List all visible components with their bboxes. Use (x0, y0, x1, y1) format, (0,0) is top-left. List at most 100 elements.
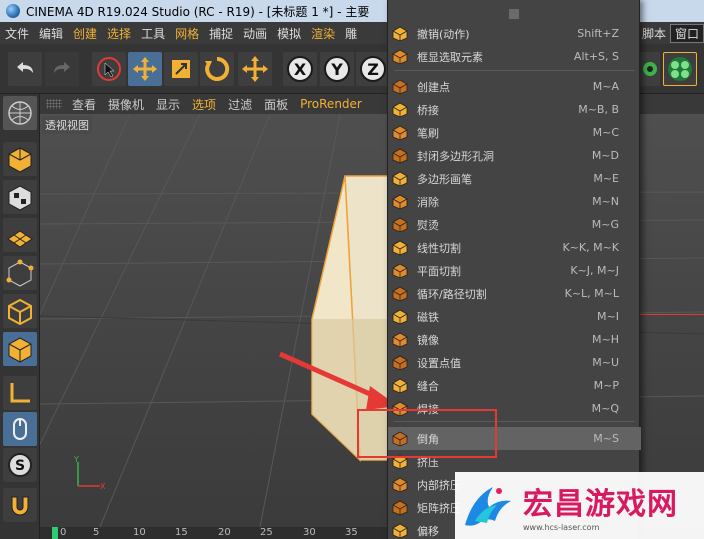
cinema4d-logo-icon (6, 4, 20, 18)
menu-item-iron[interactable]: 熨烫 M~G (388, 213, 641, 236)
viewport-menu-view[interactable]: 查看 (66, 96, 102, 113)
gear-icon (643, 62, 657, 76)
menu-create[interactable]: 创建 (68, 25, 102, 42)
timeline-tick: 15 (175, 527, 188, 538)
undo-button[interactable] (8, 52, 42, 86)
menu-snap[interactable]: 捕捉 (204, 25, 238, 42)
menu-item-polygon-pen[interactable]: 多边形画笔 M~E (388, 167, 641, 190)
menu-item-label: 笔刷 (417, 126, 439, 140)
menu-item-create-point[interactable]: 创建点 M~A (388, 75, 641, 98)
points-mode-button[interactable] (3, 256, 37, 290)
y-axis-lock-button[interactable]: Y (320, 52, 354, 86)
viewport-menu-prorender[interactable]: ProRender (294, 97, 368, 111)
model-mode-button[interactable] (3, 142, 37, 176)
watermark-banner: 宏昌游戏网 www.hcs-laser.com (455, 472, 704, 539)
menu-item-line-cut[interactable]: 线性切割 K~K, M~K (388, 236, 641, 259)
redo-button[interactable] (45, 52, 79, 86)
timeline-tick: 35 (345, 527, 358, 538)
frame-selection-icon (391, 48, 409, 66)
texture-mode-button[interactable] (3, 180, 37, 214)
live-selection-button[interactable] (92, 52, 126, 86)
window-title: CINEMA 4D R19.024 Studio (RC - R19) - [未… (26, 4, 370, 19)
grid-plane-icon (7, 230, 33, 248)
menu-item-loop-cut[interactable]: 循环/路径切割 K~L, M~L (388, 282, 641, 305)
menu-mesh[interactable]: 网格 (170, 25, 204, 42)
svg-text:S: S (15, 458, 25, 474)
menu-item-label: 设置点值 (417, 356, 461, 370)
menu-item-bridge[interactable]: 桥接 M~B, B (388, 98, 641, 121)
snap-button[interactable]: S (3, 448, 37, 482)
menu-item-shortcut: M~P (593, 379, 619, 392)
timeline-tick: 0 (60, 527, 67, 538)
undo-icon (391, 25, 409, 43)
make-editable-button[interactable] (3, 96, 37, 130)
menu-item-shortcut: M~G (591, 218, 619, 231)
menu-item-label: 多边形画笔 (417, 172, 472, 186)
menu-render[interactable]: 渲染 (306, 25, 340, 42)
menu-window[interactable]: 窗口 (669, 23, 704, 43)
cloner-button[interactable] (663, 52, 697, 86)
timeline-tick: 10 (133, 527, 146, 538)
menu-item-undo[interactable]: 撤销(动作) Shift+Z (388, 22, 641, 45)
menu-item-label: 消除 (417, 195, 439, 209)
magnet-icon (11, 496, 29, 516)
menu-item-brush[interactable]: 笔刷 M~C (388, 121, 641, 144)
edges-mode-button[interactable] (3, 294, 37, 328)
menu-item-shortcut: M~S (593, 432, 619, 445)
menu-item-plane-cut[interactable]: 平面切割 K~J, M~J (388, 259, 641, 282)
watermark-title: 宏昌游戏网 (523, 487, 678, 522)
menu-item-shortcut: M~D (591, 149, 619, 162)
menu-script[interactable]: 脚本 (638, 25, 670, 42)
y-axis-icon: Y (324, 56, 350, 82)
viewport-grip-icon[interactable] (46, 99, 62, 109)
edges-cube-icon (8, 298, 32, 325)
rotate-icon (205, 56, 230, 81)
snap-s-icon: S (8, 453, 32, 477)
timeline-playhead[interactable] (52, 527, 58, 539)
scale-tool-button[interactable] (164, 52, 198, 86)
menu-item-dissolve[interactable]: 消除 M~N (388, 190, 641, 213)
menu-item-mirror[interactable]: 镜像 M~H (388, 328, 641, 351)
mouse-icon (13, 418, 27, 440)
viewport-menu-panel[interactable]: 面板 (258, 96, 294, 113)
move-tool-button[interactable] (128, 52, 162, 86)
menu-item-close-hole[interactable]: 封闭多边形孔洞 M~D (388, 144, 641, 167)
menu-item-set-point-value[interactable]: 设置点值 M~U (388, 351, 641, 374)
viewport-menu-options[interactable]: 选项 (186, 96, 222, 113)
redo-icon (54, 62, 70, 73)
menu-item-frame-selection[interactable]: 框显选取元素 Alt+S, S (388, 45, 641, 68)
menu-animate[interactable]: 动画 (238, 25, 272, 42)
loop-cut-icon (391, 285, 409, 303)
workplane-button[interactable] (3, 218, 37, 252)
transform-tool-button[interactable] (238, 52, 272, 86)
polygons-cube-icon (8, 337, 32, 363)
viewport-menu-camera[interactable]: 摄像机 (102, 96, 150, 113)
menu-simulate[interactable]: 模拟 (272, 25, 306, 42)
x-axis-lock-button[interactable]: X (283, 52, 317, 86)
gear-object-button[interactable] (640, 52, 660, 86)
menu-tools[interactable]: 工具 (136, 25, 170, 42)
axis-mode-button[interactable] (3, 376, 37, 410)
menu-item-shortcut: M~A (592, 80, 619, 93)
iron-icon (391, 216, 409, 234)
magnet-button[interactable] (3, 488, 37, 522)
menu-select[interactable]: 选择 (102, 25, 136, 42)
menu-edit[interactable]: 编辑 (34, 25, 68, 42)
svg-text:Y: Y (73, 455, 79, 464)
z-axis-lock-button[interactable]: Z (356, 52, 390, 86)
x-axis-icon: X (287, 56, 313, 82)
window-controls[interactable] (638, 0, 704, 22)
viewport-label: 透视视图 (42, 116, 92, 134)
polygons-mode-button[interactable] (3, 332, 37, 366)
menu-item-stitch[interactable]: 缝合 M~P (388, 374, 641, 397)
rotate-tool-button[interactable] (200, 52, 234, 86)
menu-sculpt[interactable]: 雕 (340, 25, 362, 42)
tweak-mode-button[interactable] (3, 412, 37, 446)
menu-item-magnet[interactable]: 磁铁 M~I (388, 305, 641, 328)
offset-icon (391, 522, 409, 539)
timeline-tick: 20 (218, 527, 231, 538)
checker-cube-icon (8, 185, 32, 211)
viewport-menu-display[interactable]: 显示 (150, 96, 186, 113)
menu-file[interactable]: 文件 (0, 25, 34, 42)
viewport-menu-filter[interactable]: 过滤 (222, 96, 258, 113)
